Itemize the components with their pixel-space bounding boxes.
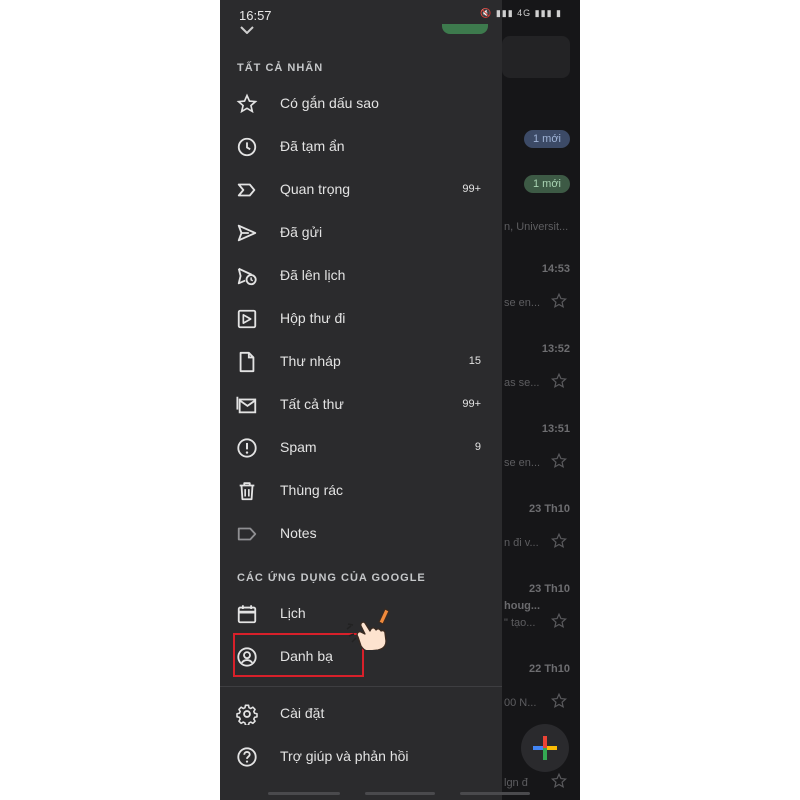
nav-hint bbox=[365, 792, 435, 795]
drawer-item-label: Đã lên lịch bbox=[280, 267, 346, 283]
drawer-item-sent[interactable]: Đã gửi bbox=[220, 213, 502, 253]
drawer-item-settings[interactable]: Cài đặt bbox=[220, 694, 502, 734]
all-labels-header: TẤT CẢ NHÃN bbox=[237, 62, 324, 74]
trash-icon bbox=[239, 482, 255, 501]
calendar-icon bbox=[237, 605, 257, 624]
drawer-item-label: Đã gửi bbox=[280, 224, 323, 240]
drawer-item-label: Cài đặt bbox=[280, 705, 325, 721]
drawer-item-help[interactable]: Trợ giúp và phản hồi bbox=[220, 737, 502, 777]
email-snippet: houg... bbox=[504, 600, 541, 612]
drawer-item-label: Hộp thư đi bbox=[280, 310, 346, 326]
status-icons: 🔇 ▮▮▮ 4G ▮▮▮ ▮ bbox=[480, 8, 562, 18]
drawer-item-label: Thư nháp bbox=[280, 353, 341, 369]
email-time: 13:52 bbox=[541, 343, 570, 355]
pointing-hand-icon bbox=[346, 608, 390, 650]
email-time: 13:51 bbox=[541, 423, 570, 435]
drawer-item-label: Notes bbox=[280, 525, 317, 541]
drawer-item-starred[interactable]: Có gắn dấu sao bbox=[220, 84, 502, 124]
star-icon bbox=[550, 612, 568, 629]
drawer-item-all-mail[interactable]: Tất cả thư 99+ bbox=[220, 385, 502, 425]
star-icon bbox=[550, 452, 568, 469]
drawer-item-label: Quan trọng bbox=[280, 181, 351, 197]
inbox-background: 1 mới 1 mới n, Universit... 14:53 se en.… bbox=[502, 0, 580, 800]
star-icon bbox=[550, 532, 568, 549]
drawer-item-notes[interactable]: Notes bbox=[220, 514, 502, 554]
phone-screen: 1 mới 1 mới n, Universit... 14:53 se en.… bbox=[220, 0, 580, 800]
status-bar: 16:57 🔇 ▮▮▮ 4G ▮▮▮ ▮ bbox=[220, 0, 580, 30]
gear-icon bbox=[236, 704, 258, 725]
scheduled-icon bbox=[237, 267, 257, 286]
star-icon bbox=[550, 292, 568, 309]
drawer-divider bbox=[220, 686, 502, 687]
google-apps-header: CÁC ỨNG DỤNG CỦA GOOGLE bbox=[237, 572, 426, 584]
drawer-item-trash[interactable]: Thùng rác bbox=[220, 471, 502, 511]
star-icon bbox=[550, 372, 568, 389]
new-badge: 1 mới bbox=[524, 175, 570, 193]
email-snippet: 00 N... bbox=[504, 697, 537, 709]
compose-button[interactable] bbox=[521, 724, 569, 772]
star-icon bbox=[550, 692, 568, 709]
drawer-item-snoozed[interactable]: Đã tạm ẩn bbox=[220, 127, 502, 167]
drawer-item-outbox[interactable]: Hộp thư đi bbox=[220, 299, 502, 339]
email-snippet: lgn đ bbox=[504, 777, 528, 789]
email-time: 23 Th10 bbox=[529, 583, 570, 595]
drawer-item-label: Đã tạm ẩn bbox=[280, 138, 345, 154]
nav-hint bbox=[460, 792, 530, 795]
send-icon bbox=[237, 224, 257, 242]
drawer-item-drafts[interactable]: Thư nháp 15 bbox=[220, 342, 502, 382]
help-icon bbox=[237, 747, 257, 767]
drawer-item-spam[interactable]: Spam 9 bbox=[220, 428, 502, 468]
drawer-item-count: 99+ bbox=[462, 398, 481, 410]
email-time: 14:53 bbox=[541, 263, 570, 275]
email-snippet: n, Universit... bbox=[504, 221, 569, 233]
email-snippet: " tạo... bbox=[504, 617, 536, 629]
drawer-item-count: 99+ bbox=[462, 183, 481, 195]
drawer-item-count: 9 bbox=[474, 441, 481, 453]
drawer-item-scheduled[interactable]: Đã lên lịch bbox=[220, 256, 502, 296]
search-bar bbox=[502, 36, 570, 78]
draft-icon bbox=[239, 351, 255, 373]
drawer-item-label: Lịch bbox=[280, 605, 306, 621]
nav-hint bbox=[268, 792, 340, 795]
outbox-icon bbox=[237, 309, 257, 329]
drawer-item-label: Có gắn dấu sao bbox=[280, 95, 379, 111]
new-badge: 1 mới bbox=[524, 130, 570, 148]
drawer-item-label: Tất cả thư bbox=[280, 396, 344, 412]
email-time: 23 Th10 bbox=[529, 503, 570, 515]
drawer-item-count: 15 bbox=[468, 355, 481, 367]
drawer-item-label: Spam bbox=[280, 439, 317, 455]
drawer-item-label: Thùng rác bbox=[280, 482, 344, 498]
label-icon bbox=[237, 527, 257, 541]
email-snippet: se en... bbox=[504, 457, 541, 469]
all-mail-icon bbox=[236, 396, 257, 414]
drawer-item-important[interactable]: Quan trọng 99+ bbox=[220, 170, 502, 210]
plus-icon bbox=[533, 736, 557, 760]
email-snippet: se en... bbox=[504, 297, 541, 309]
star-icon bbox=[550, 772, 568, 789]
status-time: 16:57 bbox=[239, 8, 272, 23]
navigation-drawer: TẤT CẢ NHÃN Có gắn dấu sao Đã tạm ẩn Qua… bbox=[220, 0, 502, 800]
drawer-item-label: Trợ giúp và phản hồi bbox=[280, 748, 409, 764]
important-icon bbox=[237, 183, 256, 197]
system-nav-bar bbox=[220, 792, 580, 796]
spam-icon bbox=[237, 438, 257, 458]
email-time: 22 Th10 bbox=[529, 663, 570, 675]
star-icon bbox=[236, 93, 258, 114]
email-snippet: n đi v... bbox=[504, 537, 539, 549]
email-snippet: as se... bbox=[504, 377, 540, 389]
clock-icon bbox=[237, 137, 257, 157]
